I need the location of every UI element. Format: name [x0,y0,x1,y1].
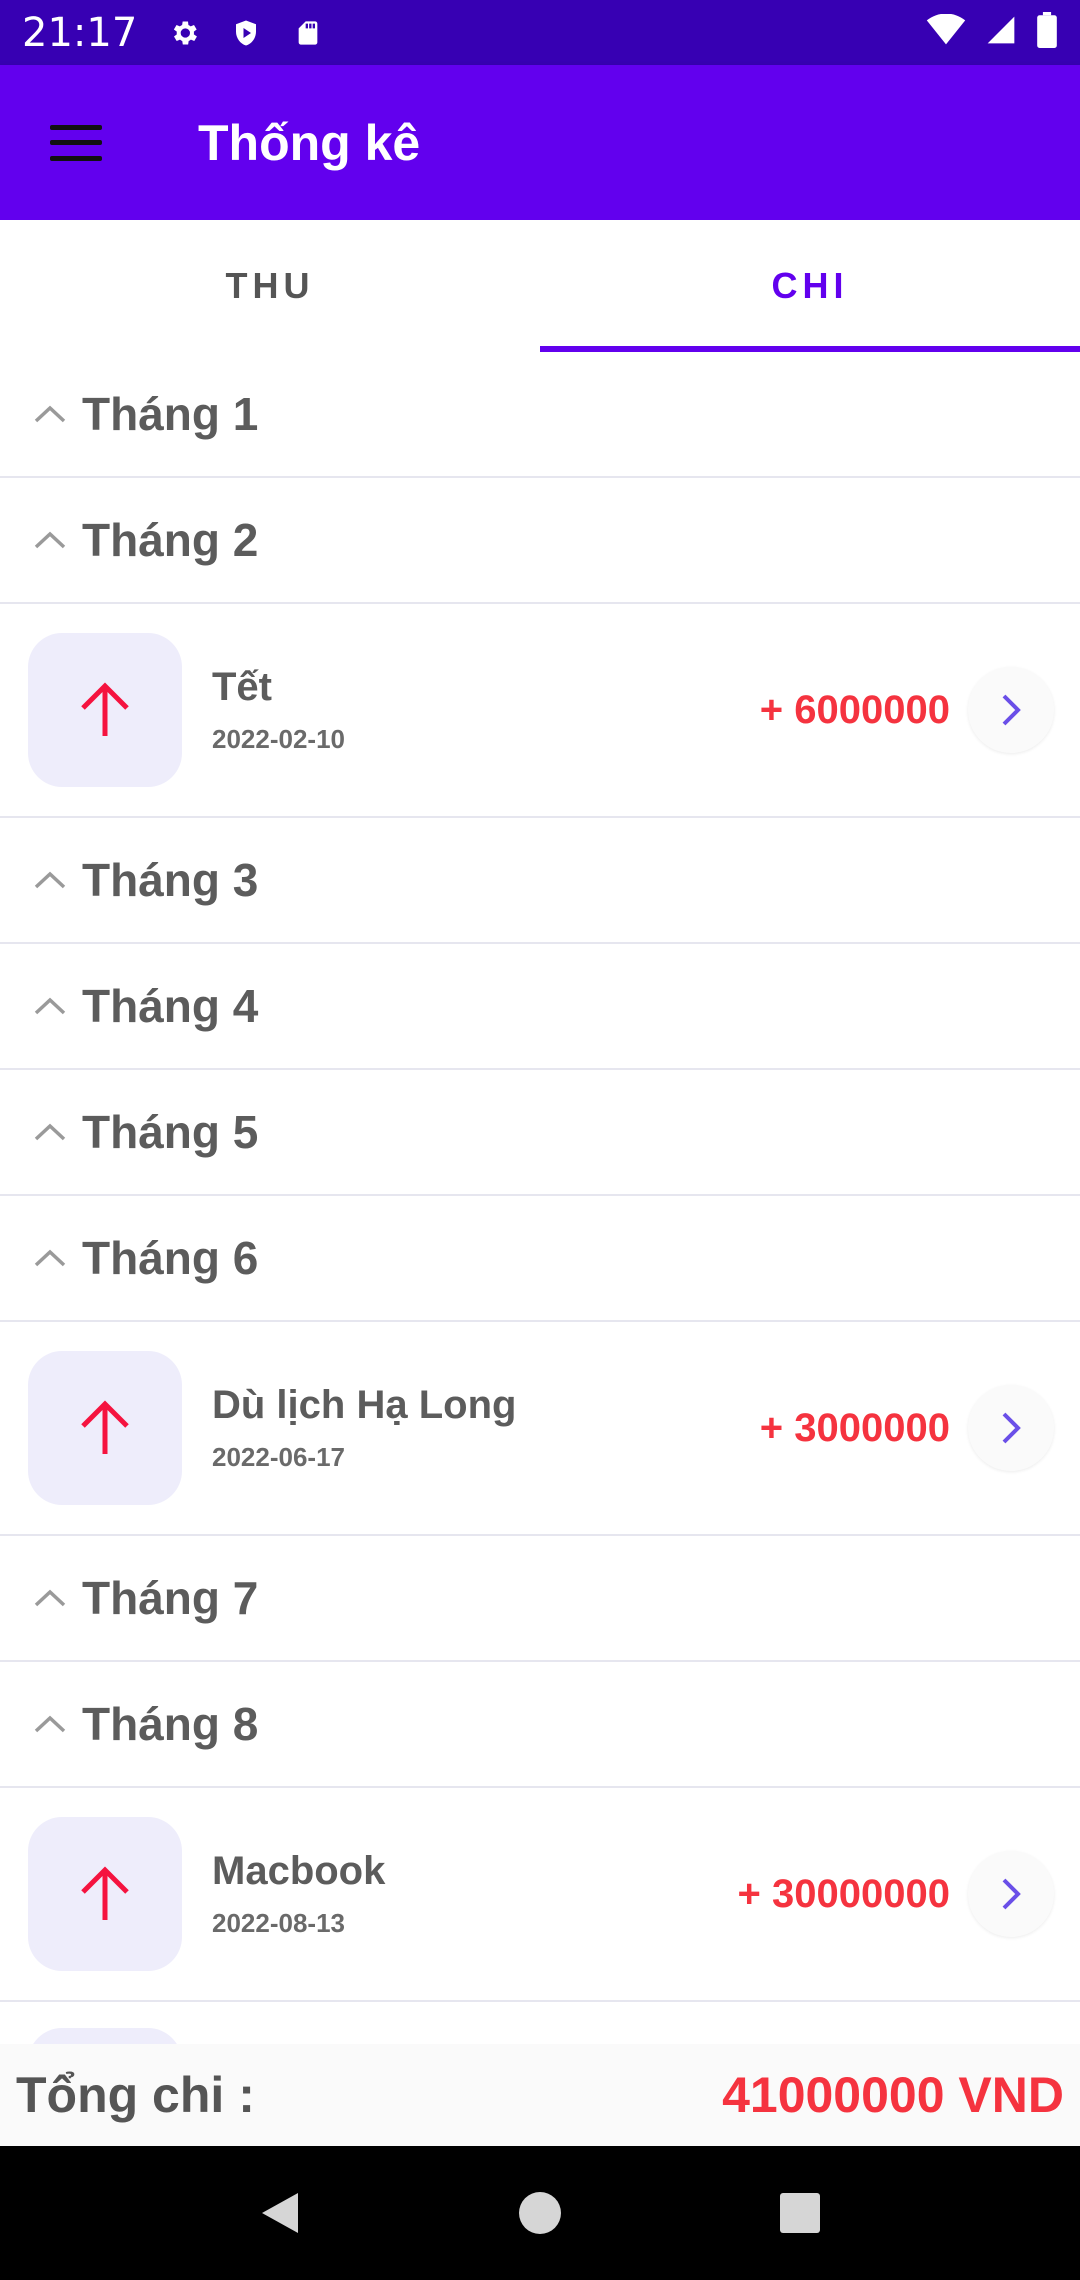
month-title: Tháng 6 [82,1232,259,1284]
status-bar: 21:17 [0,0,1080,65]
back-icon[interactable] [250,2183,310,2243]
month-header[interactable]: Tháng 1 [0,352,1080,478]
recents-icon[interactable] [770,2183,830,2243]
transaction-name: Tết [212,665,272,709]
month-header[interactable]: Tháng 2 [0,478,1080,604]
chevron-up-icon [30,394,70,434]
wifi-icon [926,13,966,51]
transaction-name: Macbook [212,1849,386,1893]
transaction-row[interactable]: Macbook 2022-08-13 + 30000000 [0,1788,1080,2002]
month-title: Tháng 3 [82,854,259,906]
arrow-up-icon [28,1817,182,1971]
tab-chi[interactable]: CHI [540,220,1080,352]
battery-icon [1036,12,1058,53]
total-bar: Tổng chi : 41000000 VND [0,2044,1080,2146]
transaction-name: Dù lịch Hạ Long [212,1383,517,1427]
signal-icon [984,14,1018,51]
system-nav-bar [0,2146,1080,2280]
total-label: Tổng chi : [16,2067,255,2123]
list-item-partial [0,2028,1080,2044]
month-header[interactable]: Tháng 7 [0,1536,1080,1662]
tab-bar: THU CHI [0,220,1080,352]
sd-card-icon [291,16,325,50]
tab-thu[interactable]: THU [0,220,540,352]
chevron-up-icon [30,1704,70,1744]
month-header[interactable]: Tháng 3 [0,818,1080,944]
chevron-up-icon [30,1112,70,1152]
month-header[interactable]: Tháng 6 [0,1196,1080,1322]
transaction-date: 2022-06-17 [212,1442,345,1472]
transaction-date: 2022-02-10 [212,724,345,754]
chevron-up-icon [30,1578,70,1618]
gear-icon [167,16,201,50]
month-title: Tháng 2 [82,514,259,566]
shield-icon [229,16,263,50]
month-header[interactable]: Tháng 8 [0,1662,1080,1788]
transaction-row[interactable]: Tết 2022-02-10 + 6000000 [0,604,1080,818]
chevron-right-icon[interactable] [968,1851,1054,1937]
month-title: Tháng 7 [82,1572,259,1624]
total-value: 41000000 VND [722,2067,1064,2123]
transaction-amount: + 3000000 [759,1405,950,1450]
month-header[interactable]: Tháng 5 [0,1070,1080,1196]
chevron-right-icon[interactable] [968,667,1054,753]
chevron-right-icon[interactable] [968,1385,1054,1471]
app-bar: Thống kê [0,65,1080,220]
transaction-amount: + 6000000 [759,687,950,732]
transaction-row[interactable]: Dù lịch Hạ Long 2022-06-17 + 3000000 [0,1322,1080,1536]
chevron-up-icon [30,860,70,900]
page-title: Thống kê [198,114,421,171]
home-icon[interactable] [510,2183,570,2243]
month-title: Tháng 8 [82,1698,259,1750]
month-header[interactable]: Tháng 4 [0,944,1080,1070]
menu-icon [50,124,102,161]
month-title: Tháng 4 [82,980,259,1032]
chevron-up-icon [30,1238,70,1278]
status-time: 21:17 [22,9,138,56]
transaction-date: 2022-08-13 [212,1908,345,1938]
chevron-up-icon [30,986,70,1026]
arrow-up-icon [28,1351,182,1505]
month-title: Tháng 5 [82,1106,259,1158]
arrow-up-icon [28,633,182,787]
month-title: Tháng 1 [82,388,259,440]
menu-button[interactable] [16,65,136,220]
transaction-amount: + 30000000 [737,1871,950,1916]
chevron-up-icon [30,520,70,560]
expense-list: Tháng 1 Tháng 2 Tết 2022-02-10 + 6000000… [0,352,1080,2044]
